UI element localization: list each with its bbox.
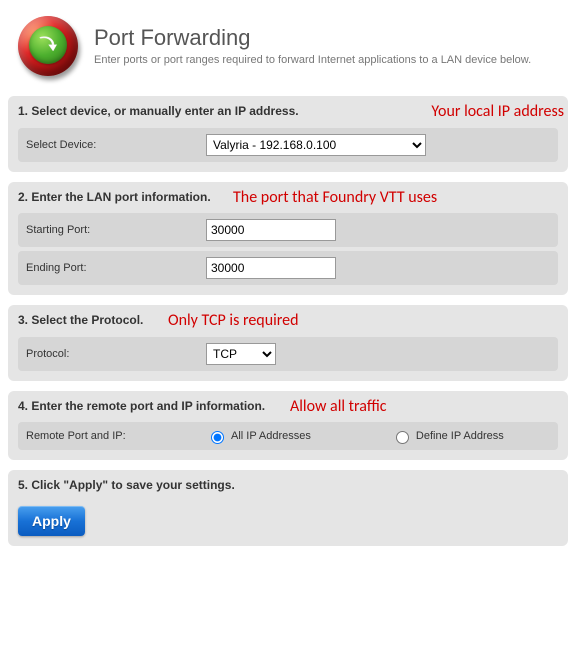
row-ending-port: Ending Port: [18,251,558,285]
label-select-device: Select Device: [26,139,206,151]
section-apply: 5. Click "Apply" to save your settings. … [8,470,568,546]
section-select-device: 1. Select device, or manually enter an I… [8,96,568,172]
page-header: Port Forwarding Enter ports or port rang… [0,0,576,90]
radio-define-ip-input[interactable] [396,431,409,444]
radio-all-ip-label: All IP Addresses [231,430,311,442]
section-4-heading: 4. Enter the remote port and IP informat… [18,399,558,415]
annotation-tcp: Only TCP is required [168,311,299,330]
radio-all-ip[interactable]: All IP Addresses [206,428,311,444]
radio-all-ip-input[interactable] [211,431,224,444]
label-protocol: Protocol: [26,348,206,360]
protocol-select[interactable]: TCP [206,343,276,365]
label-ending-port: Ending Port: [26,262,206,274]
row-select-device: Select Device: Valyria - 192.168.0.100 [18,128,558,162]
ending-port-input[interactable] [206,257,336,279]
apply-button[interactable]: Apply [18,506,85,536]
port-forwarding-icon [14,12,82,80]
section-lan-port: 2. Enter the LAN port information. The p… [8,182,568,296]
annotation-local-ip: Your local IP address [431,102,564,121]
row-remote-ip: Remote Port and IP: All IP Addresses Def… [18,422,558,450]
page-subtitle: Enter ports or port ranges required to f… [94,53,531,67]
section-5-heading: 5. Click "Apply" to save your settings. [18,478,558,494]
label-starting-port: Starting Port: [26,224,206,236]
row-starting-port: Starting Port: [18,213,558,247]
radio-define-ip-label: Define IP Address [416,430,504,442]
annotation-allow-all: Allow all traffic [290,397,387,416]
starting-port-input[interactable] [206,219,336,241]
radio-define-ip[interactable]: Define IP Address [391,428,504,444]
section-remote: 4. Enter the remote port and IP informat… [8,391,568,461]
device-select[interactable]: Valyria - 192.168.0.100 [206,134,426,156]
label-remote-ip: Remote Port and IP: [26,430,206,442]
row-protocol: Protocol: TCP [18,337,558,371]
annotation-foundry-port: The port that Foundry VTT uses [233,188,437,207]
section-protocol: 3. Select the Protocol. Only TCP is requ… [8,305,568,381]
page-title: Port Forwarding [94,25,531,51]
